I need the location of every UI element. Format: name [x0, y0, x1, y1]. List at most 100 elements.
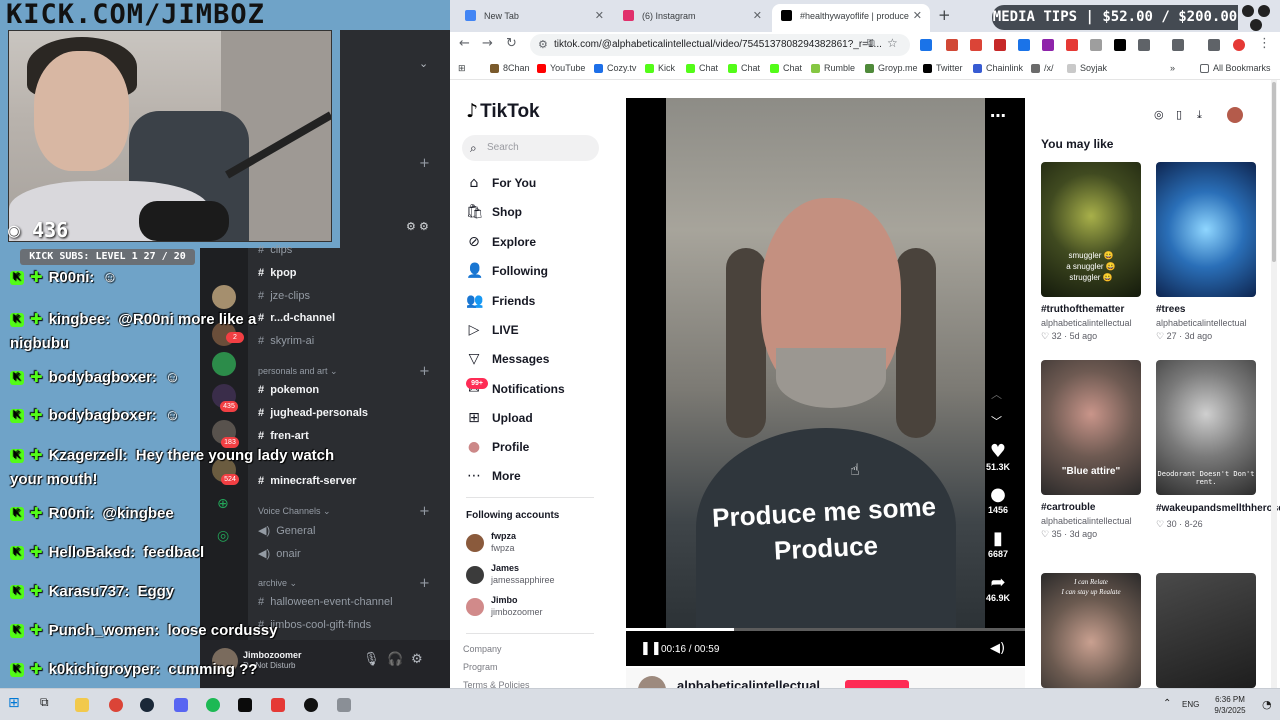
channel-clips[interactable]: # clips [258, 244, 292, 256]
bookmark-twitter[interactable]: Twitter [923, 63, 963, 73]
video-card[interactable] [1156, 573, 1256, 688]
clock[interactable]: 6:36 PM 9/3/2025 [1208, 694, 1252, 716]
nav-upload[interactable]: ⊞ Upload [466, 410, 533, 426]
bookmark-chat[interactable]: Chat [728, 63, 760, 73]
x-icon[interactable] [1114, 39, 1126, 51]
chevron-up-icon[interactable]: ⌃ [1163, 698, 1171, 709]
nav-friends[interactable]: 👥 Friends [466, 293, 535, 309]
video-player[interactable] [626, 98, 1025, 666]
side-panel-icon[interactable] [1172, 39, 1184, 51]
chevron-right-icon[interactable]: » [1170, 63, 1175, 73]
spotify-icon[interactable] [206, 698, 220, 712]
nav-profile[interactable]: ● Profile [466, 439, 529, 455]
server-icon[interactable] [212, 285, 236, 309]
microphone-icon[interactable]: 🎙 [363, 652, 380, 667]
bookmark-chat[interactable]: Chat [770, 63, 802, 73]
steam-icon[interactable] [140, 698, 154, 712]
chevron-down-icon[interactable]: ⌄ [419, 57, 428, 70]
video-card[interactable]: I can Relate I can stay up Realate [1041, 573, 1141, 688]
nav-following[interactable]: 👤 Following [466, 263, 548, 279]
headphones-icon[interactable]: 🎧 [387, 652, 403, 667]
footer-program[interactable]: Program [463, 662, 498, 672]
scrollbar[interactable] [1271, 80, 1277, 688]
star-icon[interactable]: ☆ [887, 36, 898, 50]
chevron-up-icon[interactable]: ︿ [991, 386, 1002, 402]
nav-live[interactable]: ▷ LIVE [466, 322, 519, 338]
new-tab-button[interactable]: + [938, 6, 951, 24]
site-info-icon[interactable]: ⚙ [538, 34, 548, 56]
gear-icon[interactable]: ⚙ [411, 652, 423, 667]
bookmark-chat[interactable]: Chat [686, 63, 718, 73]
video-card[interactable]: "Blue attire" #cartrouble alphabeticalin… [1041, 360, 1141, 540]
extension-icon[interactable] [920, 39, 932, 51]
close-icon[interactable]: ✕ [595, 4, 604, 28]
bookmark-kick[interactable]: Kick [645, 63, 675, 73]
tab-tiktok[interactable]: #healthywayoflife | produce ✕ [772, 4, 930, 32]
add-channel-icon[interactable]: + [419, 156, 430, 171]
chrome-icon[interactable] [109, 698, 123, 712]
tab-new-tab[interactable]: New Tab ✕ [456, 4, 612, 32]
add-channel-icon[interactable]: + [419, 364, 430, 379]
bookmark-x[interactable]: /x/ [1031, 63, 1054, 73]
bookmark-soyjak[interactable]: Soyjak [1067, 63, 1107, 73]
settings-icon[interactable]: ⚙ [406, 220, 416, 233]
video-card[interactable]: smuggler 😀 a snuggler 😀 struggler 😀 #tru… [1041, 162, 1141, 342]
chevron-down-icon[interactable]: ﹀ [991, 413, 1002, 429]
gear-icon[interactable]: ⚙ [419, 220, 429, 233]
app-icon[interactable] [271, 698, 285, 712]
video-card[interactable]: Deodorant Doesn't Don't rent. #wakeupand… [1156, 360, 1280, 530]
volume-icon[interactable]: ◀) [990, 641, 1005, 656]
pause-icon[interactable]: ❚❚ [640, 641, 662, 656]
notification-bell-icon[interactable]: ◔ [1262, 698, 1272, 711]
install-icon[interactable]: ⧉ [867, 36, 875, 50]
video-progress-bar[interactable] [626, 628, 1025, 631]
extension-icon[interactable] [994, 39, 1006, 51]
bookmark-youtube[interactable]: YouTube [537, 63, 585, 73]
add-channel-icon[interactable]: + [419, 576, 430, 591]
nav-for-you[interactable]: ⌂ For You [466, 175, 537, 191]
save-button[interactable]: ▮ 6687 [984, 528, 1012, 559]
coin-icon[interactable]: ◎ [1154, 108, 1164, 121]
share-button[interactable]: ➦ 46.9K [984, 572, 1012, 603]
forward-icon[interactable]: → [482, 36, 493, 51]
profile-avatar-icon[interactable] [1233, 39, 1245, 51]
windows-start-icon[interactable]: ⊞ [8, 695, 20, 711]
bookmark-groyp[interactable]: Groyp.me [865, 63, 918, 73]
voice-channel-general[interactable]: ◀) General [258, 524, 315, 537]
phone-icon[interactable]: ▯ [1176, 108, 1182, 121]
terminal-icon[interactable] [238, 698, 252, 712]
close-icon[interactable]: ✕ [913, 4, 922, 28]
apps-icon[interactable]: ⊞ [458, 63, 466, 74]
nav-more[interactable]: ⋯ More [466, 468, 521, 484]
tiktok-logo[interactable]: ♪ TikTok [466, 100, 540, 123]
extension-icon[interactable] [970, 39, 982, 51]
input-language[interactable]: ENG [1182, 700, 1199, 709]
scrollbar-thumb[interactable] [1272, 82, 1276, 262]
bookmark-chainlink[interactable]: Chainlink [973, 63, 1023, 73]
channel-fren-art[interactable]: # fren-art [258, 430, 309, 442]
extension-icon[interactable] [1066, 39, 1078, 51]
task-view-icon[interactable]: ⧉ [40, 695, 49, 710]
back-icon[interactable]: ← [459, 36, 470, 51]
reload-icon[interactable]: ↻ [506, 36, 517, 51]
footer-terms[interactable]: Terms & Policies [463, 680, 530, 688]
bookmark-rumble[interactable]: Rumble [811, 63, 855, 73]
nav-shop[interactable]: 🛍 Shop [466, 204, 522, 220]
bookmark-cozy[interactable]: Cozy.tv [594, 63, 636, 73]
more-options-icon[interactable]: ⋯ [990, 106, 1006, 125]
download-icon[interactable]: ⤓ [1197, 108, 1202, 122]
close-icon[interactable]: ✕ [753, 4, 762, 28]
discord-icon[interactable] [174, 698, 188, 712]
footer-company[interactable]: Company [463, 644, 502, 654]
avatar[interactable] [1227, 107, 1243, 123]
nav-explore[interactable]: ⊘ Explore [466, 234, 536, 250]
add-channel-icon[interactable]: + [419, 504, 430, 519]
search-input[interactable]: ⌕ Search [462, 135, 599, 161]
extension-icon[interactable] [1090, 39, 1102, 51]
bookmark-8chan[interactable]: 8Chan [490, 63, 530, 73]
video-card[interactable]: #trees alphabeticalintellectual ♡ 27 · 3… [1156, 162, 1256, 342]
obs-icon[interactable] [304, 698, 318, 712]
address-bar[interactable]: ⚙ tiktok.com/@alphabeticalintellectual/v… [530, 34, 910, 56]
gmail-icon[interactable] [946, 39, 958, 51]
menu-icon[interactable]: ⋮ [1258, 36, 1271, 51]
